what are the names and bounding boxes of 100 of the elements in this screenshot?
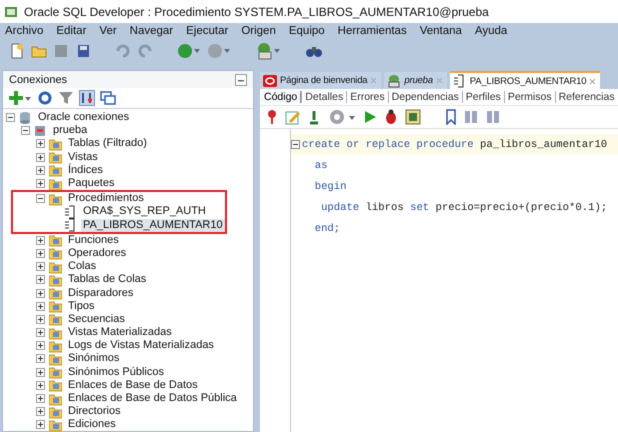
folder-icon (49, 260, 62, 274)
edit-icon[interactable] (285, 109, 301, 125)
expand-icon[interactable] (36, 380, 45, 390)
menu-item[interactable]: Ver (99, 25, 117, 37)
expand-icon[interactable] (36, 288, 45, 298)
tree-item[interactable]: PA_LIBROS_AUMENTAR10 (81, 218, 225, 232)
filter-icon[interactable] (58, 90, 74, 106)
expand-icon[interactable] (36, 314, 45, 324)
app-icon (4, 4, 18, 18)
folder-icon (49, 163, 62, 178)
tree-item[interactable]: Índices (66, 164, 105, 177)
collapse-icon[interactable] (36, 194, 45, 204)
collapse-icon[interactable] (6, 113, 15, 122)
folder-icon (49, 299, 62, 314)
close-icon (589, 78, 596, 84)
tree-item[interactable]: Disparadores (66, 286, 136, 300)
tree-item[interactable]: Sinónimos (66, 352, 122, 366)
expand-icon[interactable] (36, 328, 45, 338)
tree-item[interactable]: Enlaces de Base de Datos (66, 378, 200, 392)
expand-icon[interactable] (36, 166, 45, 175)
expand-icon[interactable] (36, 420, 45, 430)
folder-icon (49, 392, 62, 406)
menu-item[interactable]: Origen (241, 25, 276, 37)
collapse-icon[interactable] (21, 126, 30, 136)
procedure-icon (64, 204, 77, 219)
folder-icon (49, 418, 62, 431)
editor-tab[interactable]: Página de bienvenida (260, 72, 382, 89)
run-icon[interactable] (363, 109, 377, 125)
new-file-icon[interactable] (9, 43, 25, 59)
menu-item[interactable]: Navegar (130, 25, 174, 37)
menu-item[interactable]: Editar (56, 25, 86, 37)
folder-icon (49, 136, 62, 151)
fold-icon[interactable] (291, 140, 300, 149)
menu-item[interactable]: Ventana (420, 25, 462, 37)
tree-item[interactable]: Secuencias (66, 312, 127, 326)
expand-icon[interactable] (36, 139, 45, 148)
code-line: as (314, 160, 328, 172)
folder-icon (49, 176, 62, 191)
tree-item[interactable]: prueba (51, 124, 90, 138)
folder-icon (49, 150, 62, 164)
tree-item[interactable]: Procedimientos (66, 192, 146, 206)
expand-icon[interactable] (36, 354, 45, 364)
tree-item[interactable]: Logs de Vistas Materializadas (66, 339, 216, 352)
menu-item[interactable]: Herramientas (338, 25, 407, 37)
tree-item[interactable]: Operadores (66, 246, 128, 260)
editor-tab[interactable]: prueba (384, 72, 447, 89)
expand-icon[interactable] (36, 236, 45, 245)
pin-icon[interactable] (265, 109, 279, 125)
sub-tab[interactable]: Código (261, 91, 302, 103)
folder-icon (49, 246, 62, 260)
menu-item[interactable]: Ejecutar (186, 25, 228, 37)
bug-icon[interactable] (383, 109, 399, 125)
save-all-icon[interactable] (75, 43, 91, 59)
tree-item[interactable]: Vistas Materializadas (66, 326, 174, 340)
tree-item[interactable]: ORA$_SYS_REP_AUTH (81, 205, 208, 218)
tree-item[interactable]: Vistas (66, 150, 100, 164)
tree-item[interactable]: Funciones (66, 234, 121, 247)
expand-icon[interactable] (36, 302, 45, 311)
expand-icon[interactable] (36, 262, 45, 272)
procedure-icon (64, 218, 77, 232)
tree-item[interactable]: Colas (66, 260, 98, 274)
editor-tab[interactable]: PA_LIBROS_AUMENTAR10 (450, 71, 600, 89)
menu-item[interactable]: Archivo (5, 25, 44, 37)
folder-icon (49, 192, 62, 206)
expand-icon[interactable] (36, 407, 45, 416)
expand-icon[interactable] (36, 179, 45, 188)
tree-item[interactable]: Enlaces de Base de Datos Pública (66, 392, 239, 406)
tree-item[interactable]: Sinónimos Públicos (66, 366, 166, 379)
tree-item[interactable]: Oracle conexiones (36, 111, 132, 124)
sub-tab[interactable]: Referencias (554, 91, 618, 103)
add-icon[interactable] (8, 90, 32, 106)
folder-icon (49, 352, 62, 366)
minimize-icon[interactable] (235, 74, 247, 86)
expand-icon[interactable] (36, 152, 45, 162)
folder-icon (49, 312, 62, 326)
tree-item[interactable]: Ediciones (66, 418, 118, 431)
tree-item[interactable]: Tablas de Colas (66, 273, 148, 286)
sub-tab[interactable]: Detalles (301, 91, 346, 103)
tree-item[interactable]: Tablas (Filtrado) (66, 137, 149, 150)
sub-tab[interactable]: Permisos (504, 91, 555, 103)
sub-tab[interactable]: Perfiles (462, 91, 504, 103)
expand-icon[interactable] (36, 368, 45, 377)
sub-tab[interactable]: Errores (346, 91, 388, 103)
code-line: end; (314, 222, 340, 234)
windows-icon[interactable] (100, 90, 116, 106)
tree-item[interactable]: Directorios (66, 405, 123, 418)
bookmark-icon[interactable] (445, 109, 457, 125)
expand-icon[interactable] (36, 394, 45, 404)
expand-icon[interactable] (36, 341, 45, 350)
close-icon (436, 77, 443, 84)
tree-item[interactable]: Tipos (66, 300, 96, 313)
tree-item[interactable]: Paquetes (66, 177, 116, 190)
expand-icon[interactable] (36, 275, 45, 284)
folder-icon (49, 404, 62, 419)
sub-tab[interactable]: Dependencias (388, 91, 462, 103)
folder-icon (49, 338, 62, 353)
expand-icon[interactable] (36, 248, 45, 258)
menu-item[interactable]: Ayuda (474, 25, 508, 37)
close-icon (370, 77, 378, 84)
menu-item[interactable]: Equipo (288, 25, 325, 37)
